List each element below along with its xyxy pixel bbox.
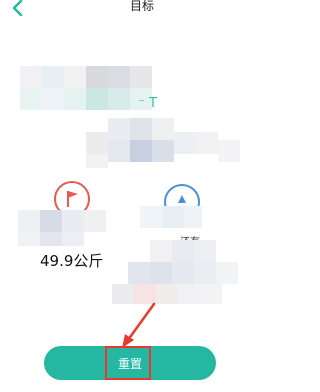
annotation-highlight-box (105, 346, 151, 380)
fragment-text: ⁻ T (138, 96, 157, 111)
annotation-arrow (122, 302, 156, 348)
top-bar: 目标 (0, 0, 284, 22)
target-weight-value: 49.9公斤 (40, 252, 104, 270)
page-title: 目标 (129, 0, 154, 13)
